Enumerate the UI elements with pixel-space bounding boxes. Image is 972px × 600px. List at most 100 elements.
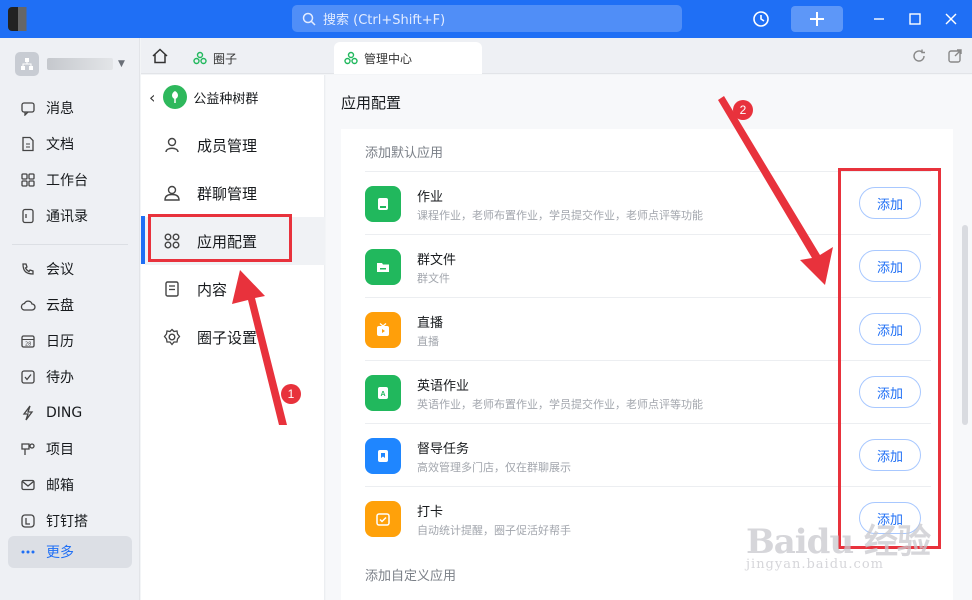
org-icon (15, 52, 39, 76)
minimize-button[interactable] (866, 6, 892, 32)
nav-divider (12, 244, 128, 245)
highlight-box-add-buttons (838, 168, 941, 549)
nav-item-workbench[interactable]: 工作台 (8, 164, 132, 196)
search-bar[interactable]: 搜索 (Ctrl+Shift+F) (292, 5, 682, 32)
org-switcher[interactable]: ▼ (15, 52, 125, 76)
nav-item-mail[interactable]: 邮箱 (8, 469, 132, 501)
refresh-button[interactable] (911, 48, 927, 68)
user-avatar[interactable] (8, 7, 42, 31)
tab-admin-center[interactable]: 管理中心 (334, 42, 482, 74)
app-name: 作业 (417, 190, 444, 205)
open-external-icon (948, 49, 962, 63)
app-desc: 高效管理多门店，仅在群聊展示 (417, 461, 571, 474)
plus-icon (810, 12, 824, 26)
highlight-box-app-config (148, 214, 292, 262)
group-chat-icon (164, 185, 180, 201)
meeting-icon (22, 263, 34, 275)
default-apps-label: 添加默认应用 (365, 146, 444, 161)
folder-icon (365, 249, 401, 285)
document-icon (22, 136, 34, 152)
svg-text:A: A (381, 391, 386, 398)
app-name: 英语作业 (417, 379, 470, 394)
history-icon (753, 11, 769, 27)
contacts-icon (22, 208, 34, 224)
left-nav: ▼ 消息 文档 工作台 通讯录 会议 云盘 28 日历 待办 DING 项目 邮… (0, 38, 140, 600)
search-placeholder: 搜索 (Ctrl+Shift+F) (323, 13, 446, 28)
close-icon (945, 13, 957, 25)
circle-app-icon (193, 51, 207, 65)
english-homework-icon: A (365, 375, 401, 411)
settings-icon (163, 328, 181, 346)
sidebar-item-content[interactable]: 内容 (145, 265, 325, 313)
app-desc: 英语作业，老师布置作业，学员提交作业，老师点评等功能 (417, 398, 703, 411)
nav-item-docs[interactable]: 文档 (8, 128, 132, 160)
maximize-button[interactable] (902, 6, 928, 32)
app-name: 督导任务 (417, 442, 470, 457)
mail-icon (21, 479, 35, 491)
sidebar-item-members[interactable]: 成员管理 (145, 121, 325, 169)
nav-item-calendar[interactable]: 28 日历 (8, 325, 132, 357)
back-icon[interactable]: ‹ (149, 88, 155, 107)
nav-item-ding[interactable]: DING (8, 397, 132, 429)
content-icon (165, 281, 179, 297)
refresh-icon (913, 49, 925, 62)
ding-icon (22, 405, 34, 421)
home-button[interactable] (151, 47, 169, 69)
nav-item-project[interactable]: 项目 (8, 433, 132, 465)
circle-app-icon (344, 51, 358, 65)
app-name: 直播 (417, 316, 444, 331)
history-button[interactable] (748, 6, 774, 32)
workbench-icon (21, 173, 35, 187)
builder-icon (21, 514, 35, 528)
homework-icon (365, 186, 401, 222)
todo-icon (21, 370, 35, 384)
home-icon (152, 48, 168, 64)
nav-item-builder[interactable]: 钉钉搭 (8, 505, 132, 537)
org-name-blurred (47, 58, 113, 70)
sidebar-item-settings[interactable]: 圈子设置 (145, 313, 325, 361)
baidu-watermark: Baidu 经验 jingyan.baidu.com (746, 522, 931, 572)
checkin-calendar-icon (365, 501, 401, 537)
calendar-icon: 28 (21, 335, 35, 348)
create-button[interactable] (791, 6, 843, 32)
tab-bar: 圈子 管理中心 (141, 38, 972, 74)
sidebar-item-group-chat[interactable]: 群聊管理 (145, 169, 325, 217)
title-bar: 搜索 (Ctrl+Shift+F) (0, 0, 972, 38)
more-icon (21, 550, 35, 554)
live-tv-icon (365, 312, 401, 348)
member-icon (165, 137, 179, 153)
app-name: 群文件 (417, 253, 457, 268)
maximize-icon (909, 13, 921, 25)
group-name: 公益种树群 (193, 91, 259, 107)
nav-item-contacts[interactable]: 通讯录 (8, 200, 132, 232)
cloud-icon (20, 300, 36, 311)
step-badge-1: 1 (281, 384, 301, 404)
scrollbar[interactable] (962, 225, 968, 425)
open-external-button[interactable] (947, 48, 963, 68)
tab-circle[interactable]: 圈子 (183, 42, 247, 74)
nav-item-cloud[interactable]: 云盘 (8, 289, 132, 321)
message-icon (21, 102, 35, 116)
admin-sidebar: ‹ 公益种树群 成员管理 群聊管理 应用配置 内容 圈子设置 (141, 75, 325, 600)
supervision-task-icon (365, 438, 401, 474)
search-icon (302, 12, 316, 26)
minimize-icon (874, 18, 884, 20)
app-name: 打卡 (417, 505, 444, 520)
custom-apps-label: 添加自定义应用 (365, 569, 457, 584)
caret-down-icon: ▼ (118, 59, 125, 69)
svg-text:28: 28 (25, 342, 31, 348)
nav-item-meeting[interactable]: 会议 (8, 253, 132, 285)
close-button[interactable] (938, 6, 964, 32)
nav-item-more[interactable]: 更多 (8, 536, 132, 568)
tree-icon (163, 85, 188, 109)
nav-item-messages[interactable]: 消息 (8, 92, 132, 124)
step-badge-2: 2 (733, 100, 753, 120)
app-desc: 课程作业，老师布置作业，学员提交作业，老师点评等功能 (417, 209, 703, 222)
group-header[interactable]: ‹ 公益种树群 (149, 85, 258, 109)
app-desc: 直播 (417, 335, 439, 348)
page-title: 应用配置 (341, 94, 402, 112)
app-desc: 群文件 (417, 272, 450, 285)
nav-item-todo[interactable]: 待办 (8, 361, 132, 393)
app-desc: 自动统计提醒，圈子促活好帮手 (417, 524, 571, 537)
project-icon (21, 443, 35, 455)
